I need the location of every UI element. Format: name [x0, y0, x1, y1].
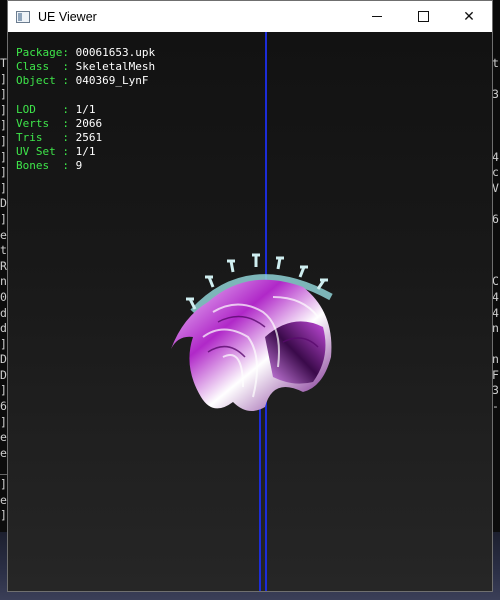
app-window-icon — [16, 10, 30, 23]
console-char — [492, 72, 500, 88]
console-char: c — [492, 165, 499, 180]
console-char — [492, 259, 500, 275]
console-char — [492, 134, 500, 150]
info-lod: LOD : 1/1 — [16, 102, 96, 116]
console-char: V — [492, 180, 499, 195]
ue-viewer-window: UE Viewer ✕ Package: 00061653.upk Class … — [7, 0, 493, 592]
console-char: 3 — [492, 87, 499, 102]
hair-mesh-model — [171, 253, 333, 411]
title-bar[interactable]: UE Viewer ✕ — [8, 1, 492, 32]
minimize-button[interactable] — [354, 1, 400, 32]
info-bones: Bones : 9 — [16, 159, 83, 173]
3d-viewport[interactable]: Package: 00061653.upk Class : SkeletalMe… — [8, 32, 492, 591]
info-package: Package: 00061653.upk — [16, 46, 156, 59]
console-char: - — [492, 399, 499, 414]
console-char: 4 — [492, 149, 499, 164]
console-char: n — [492, 321, 499, 336]
console-char — [492, 415, 500, 431]
console-char — [492, 228, 500, 244]
maximize-button[interactable] — [400, 1, 446, 32]
info-uvset: UV Set : 1/1 — [16, 145, 96, 159]
console-char — [492, 103, 500, 119]
console-char — [492, 337, 500, 353]
console-char — [492, 118, 500, 134]
console-char: n — [492, 352, 499, 367]
info-verts: Verts : 2066 — [16, 116, 103, 130]
console-char — [492, 196, 500, 212]
console-char: 4 — [492, 305, 499, 320]
window-title: UE Viewer — [38, 9, 97, 24]
mesh-info-panel: Package: 00061653.upk Class : SkeletalMe… — [16, 46, 155, 174]
info-object: Object : 040369_LynF — [16, 74, 149, 88]
info-tris: Tris : 2561 — [16, 131, 103, 145]
info-class: Class : SkeletalMesh — [16, 60, 156, 74]
console-char: 4 — [492, 289, 499, 304]
console-char: C — [492, 274, 499, 289]
console-char: 3 — [492, 383, 499, 398]
console-char — [492, 243, 500, 259]
console-char: t — [492, 56, 499, 70]
console-char: 6 — [492, 211, 499, 226]
close-button[interactable]: ✕ — [446, 1, 492, 32]
background-console-right: t 3 4cV 6 C44n nF3- — [492, 56, 500, 540]
console-char: F — [492, 367, 499, 382]
